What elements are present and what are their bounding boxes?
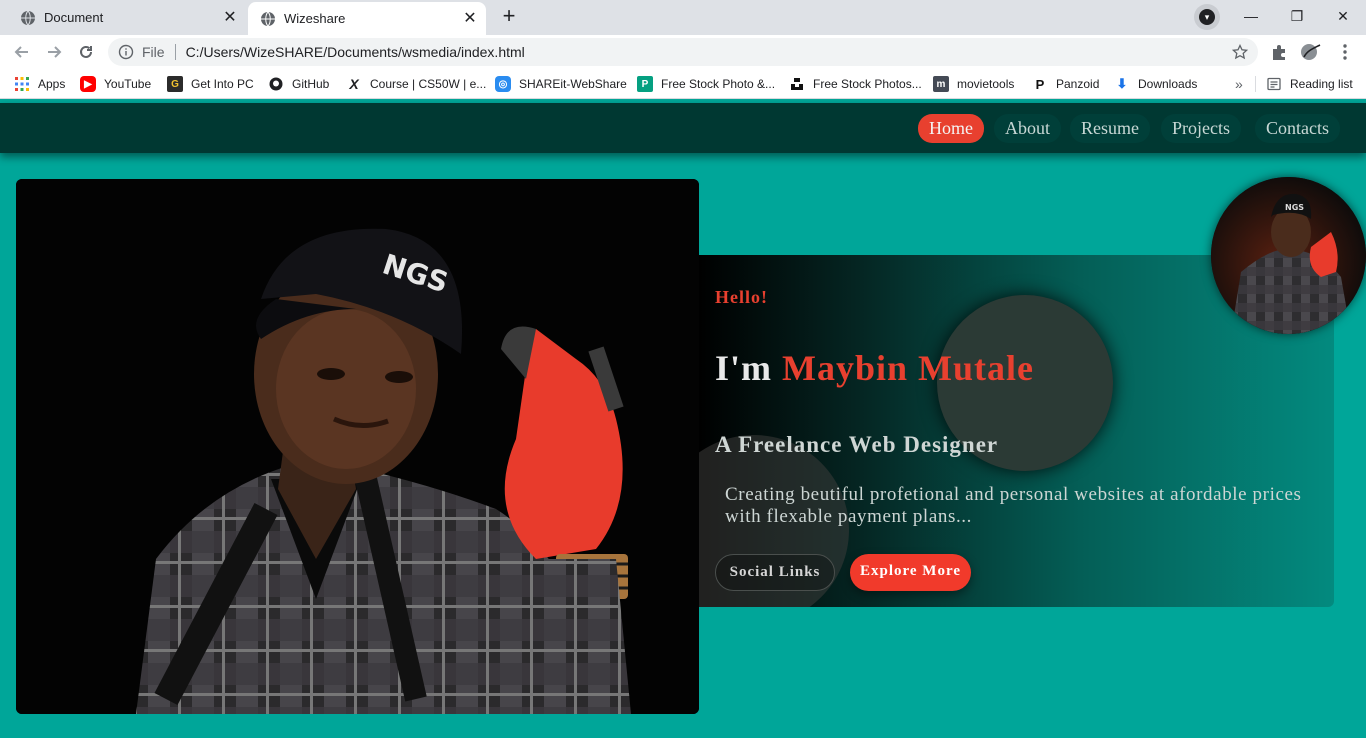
tab-title: Document	[44, 10, 104, 25]
bookmark-label: Free Stock Photos...	[813, 77, 922, 91]
forward-button[interactable]	[42, 40, 66, 64]
download-icon: ⬇	[1116, 76, 1128, 91]
bookmark-label: Get Into PC	[191, 77, 254, 91]
tab-title: Wizeshare	[284, 11, 346, 26]
bookmark-panzoid[interactable]: P Panzoid	[1032, 75, 1100, 93]
bookmark-github[interactable]: GitHub	[268, 75, 329, 93]
close-window-button[interactable]: ✕	[1320, 0, 1366, 32]
bookmark-course[interactable]: X Course | CS50W | e...	[346, 75, 486, 93]
hero-description: Creating beutiful profetional and person…	[725, 484, 1302, 527]
bookmark-label: Apps	[38, 77, 66, 91]
edx-icon: X	[349, 76, 359, 92]
bookmark-label: Panzoid	[1056, 77, 1100, 91]
bookmark-label: Course | CS50W | e...	[370, 77, 487, 91]
tab-document[interactable]: Document ✕	[8, 0, 246, 35]
chevron-down-icon: ▾	[1199, 9, 1215, 25]
browser-toolbar: File C:/Users/WizeSHARE/Documents/wsmedi…	[0, 35, 1366, 69]
hero-photo: NGS	[16, 179, 699, 714]
svg-text:NGS: NGS	[1285, 203, 1304, 212]
youtube-icon: ▶	[80, 76, 96, 92]
info-icon	[118, 44, 134, 60]
bookmark-label: GitHub	[292, 77, 330, 91]
reload-button[interactable]	[74, 40, 98, 64]
extensions-icon[interactable]	[1270, 43, 1288, 61]
site-navbar: Home About Resume Projects Contacts	[0, 103, 1366, 153]
bookmark-downloads[interactable]: ⬇ Downloads	[1114, 75, 1198, 93]
more-menu-icon[interactable]	[1336, 43, 1354, 61]
bookmark-unsplash[interactable]: Free Stock Photos...	[789, 75, 922, 93]
hero-greeting: Hello!	[715, 287, 768, 307]
tab-search-button[interactable]: ▾	[1194, 4, 1220, 30]
movietools-icon: m	[933, 76, 949, 92]
bookmark-label: YouTube	[104, 77, 152, 91]
avatar-illustration: NGS	[1211, 177, 1366, 334]
bookmark-pexels[interactable]: P Free Stock Photo &...	[637, 75, 775, 93]
getintopc-icon: G	[167, 76, 183, 92]
panzoid-icon: P	[1035, 76, 1045, 92]
restore-button[interactable]: ❐	[1274, 0, 1320, 32]
close-tab-icon[interactable]: ✕	[222, 9, 238, 26]
bookmark-getintopc[interactable]: G Get Into PC	[167, 75, 254, 93]
bookmark-label: Reading list	[1290, 77, 1353, 91]
nav-resume[interactable]: Resume	[1070, 114, 1150, 143]
arrow-right-icon	[48, 46, 62, 58]
apps-grid-icon	[14, 76, 30, 92]
divider	[1255, 76, 1256, 92]
url-scheme: File	[142, 44, 165, 60]
name-prefix: I'm	[715, 348, 782, 388]
hero-name-heading: I'm Maybin Mutale	[715, 347, 1034, 389]
social-links-button[interactable]: Social Links	[715, 554, 835, 591]
pexels-icon: P	[637, 76, 653, 92]
minimize-button[interactable]: —	[1228, 0, 1274, 32]
arrow-left-icon	[14, 46, 28, 58]
unsplash-icon	[789, 76, 805, 92]
address-bar[interactable]: File C:/Users/WizeSHARE/Documents/wsmedi…	[108, 38, 1258, 66]
portrait-illustration: NGS	[16, 179, 699, 714]
github-icon	[268, 76, 284, 92]
divider	[174, 44, 176, 60]
bookmark-label: Downloads	[1138, 77, 1198, 91]
nav-projects[interactable]: Projects	[1161, 114, 1241, 143]
nav-home[interactable]: Home	[918, 114, 984, 143]
globe-icon	[261, 11, 275, 26]
bookmark-label: SHAREit-WebShare	[519, 77, 627, 91]
url-text: C:/Users/WizeSHARE/Documents/wsmedia/ind…	[185, 44, 525, 60]
star-icon[interactable]	[1232, 44, 1248, 60]
reading-list-icon	[1266, 76, 1282, 92]
name-highlight: Maybin Mutale	[782, 348, 1034, 388]
profile-avatar: NGS	[1211, 177, 1366, 334]
reading-list-button[interactable]: Reading list	[1266, 75, 1353, 93]
globe-icon	[21, 10, 35, 25]
bookmarks-bar: Apps ▶ YouTube G Get Into PC GitHub X Co…	[0, 69, 1366, 99]
nav-about[interactable]: About	[994, 114, 1061, 143]
close-tab-icon[interactable]: ✕	[462, 10, 478, 27]
bookmark-label: movietools	[957, 77, 1015, 91]
bookmark-youtube[interactable]: ▶ YouTube	[80, 75, 151, 93]
hero-role: A Freelance Web Designer	[715, 432, 999, 457]
browser-tab-strip: Document ✕ Wizeshare ✕ + ▾ — ❐ ✕	[0, 0, 1366, 35]
back-button[interactable]	[10, 40, 34, 64]
profile-avatar-icon[interactable]	[1300, 43, 1324, 61]
nav-contacts[interactable]: Contacts	[1255, 114, 1340, 143]
bookmark-apps[interactable]: Apps	[14, 75, 65, 93]
reload-icon	[80, 45, 92, 58]
bookmark-shareit[interactable]: ◎ SHAREit-WebShare	[495, 75, 627, 93]
bookmarks-overflow-button[interactable]: »	[1235, 75, 1243, 93]
bookmark-label: Free Stock Photo &...	[661, 77, 776, 91]
tab-wizeshare[interactable]: Wizeshare ✕	[248, 2, 486, 35]
bookmark-movietools[interactable]: m movietools	[933, 75, 1014, 93]
explore-more-button[interactable]: Explore More	[850, 554, 971, 591]
new-tab-button[interactable]: +	[495, 5, 523, 29]
shareit-icon: ◎	[495, 76, 511, 92]
